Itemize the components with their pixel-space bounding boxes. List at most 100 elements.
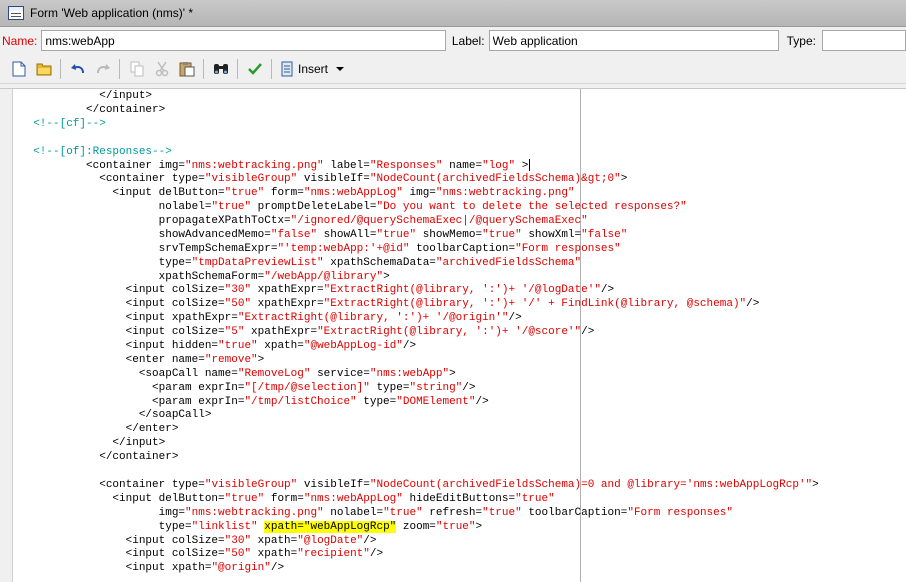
code-line: <soapCall name="RemoveLog" service="nms:… bbox=[20, 368, 819, 382]
code-token: </enter> bbox=[20, 423, 179, 436]
form-header-fields: Name: Label: Type: bbox=[0, 27, 906, 54]
code-token: <input delButton= bbox=[20, 187, 225, 200]
code-token: "true" bbox=[218, 340, 258, 353]
paste-button[interactable] bbox=[174, 57, 199, 82]
check-icon bbox=[247, 63, 262, 75]
code-token: "nms:webAppLog" bbox=[303, 492, 403, 505]
code-token: /> bbox=[746, 298, 760, 311]
code-token: showAll= bbox=[317, 228, 377, 241]
code-token: > bbox=[812, 478, 819, 491]
code-token: form= bbox=[264, 187, 304, 200]
new-document-button[interactable] bbox=[6, 57, 31, 82]
code-token: </soapCall> bbox=[20, 409, 212, 422]
form-window-icon bbox=[8, 6, 24, 20]
toolbar-separator bbox=[237, 59, 238, 79]
editor-gutter bbox=[0, 89, 13, 582]
code-token: "archivedFieldsSchema" bbox=[435, 256, 582, 269]
code-token: showXml= bbox=[521, 228, 582, 241]
name-input[interactable] bbox=[41, 30, 446, 51]
code-token: /> bbox=[508, 312, 522, 325]
code-token: "nms:webAppLog" bbox=[303, 187, 403, 200]
code-token: > bbox=[475, 520, 483, 533]
paste-icon bbox=[179, 62, 194, 77]
window-titlebar: Form 'Web application (nms)' * bbox=[0, 0, 906, 27]
code-token: </container> bbox=[20, 451, 179, 464]
code-area[interactable]: </input> </container> <!--[cf]--> <!--[o… bbox=[20, 90, 819, 576]
open-button[interactable] bbox=[31, 57, 56, 82]
code-token: <input colSize= bbox=[20, 326, 225, 339]
check-button[interactable] bbox=[242, 57, 267, 82]
code-token: "true" bbox=[482, 228, 522, 241]
code-token: "Do you want to delete the selected resp… bbox=[376, 201, 687, 214]
xml-code-editor[interactable]: </input> </container> <!--[cf]--> <!--[o… bbox=[0, 88, 906, 582]
code-token: promptDeleteLabel= bbox=[251, 201, 377, 214]
code-line: <!--[cf]--> bbox=[20, 118, 819, 132]
code-line: propagateXPathToCtx="/ignored/@querySche… bbox=[20, 215, 819, 229]
label-input[interactable] bbox=[488, 30, 779, 51]
code-line: <input colSize="30" xpath="@logDate"/> bbox=[20, 535, 819, 549]
code-line: nolabel="true" promptDeleteLabel="Do you… bbox=[20, 201, 819, 215]
insert-label: Insert bbox=[298, 62, 329, 76]
code-token: <param exprIn= bbox=[20, 395, 245, 408]
window-title: Form 'Web application (nms)' * bbox=[30, 6, 194, 20]
insert-dropdown[interactable]: Insert bbox=[276, 57, 348, 82]
code-token: <enter name= bbox=[20, 353, 205, 366]
undo-button[interactable] bbox=[65, 57, 90, 82]
code-token: type= bbox=[20, 256, 192, 269]
code-line: <input colSize="50" xpath="recipient"/> bbox=[20, 548, 819, 562]
code-token: img= bbox=[402, 187, 436, 200]
cut-button[interactable] bbox=[149, 57, 174, 82]
code-token: type= bbox=[356, 395, 397, 408]
code-token: <input hidden= bbox=[20, 340, 219, 353]
code-token: <!--[cf]--> bbox=[20, 117, 106, 130]
code-token: "ExtractRight(@library, ':')+ '/' + Find… bbox=[323, 298, 747, 311]
code-token: <container img= bbox=[20, 160, 186, 173]
code-token: propagateXPathToCtx= bbox=[20, 215, 291, 228]
code-token: "/tmp/listChoice" bbox=[244, 395, 357, 408]
code-token: "linklist" bbox=[191, 520, 258, 533]
code-token: <container type= bbox=[20, 173, 205, 186]
code-token: "NodeCount(archivedFieldsSchema)&gt;0" bbox=[369, 173, 621, 186]
code-token: /> bbox=[475, 395, 489, 408]
code-token: refresh= bbox=[422, 506, 483, 519]
code-token: name= bbox=[442, 160, 483, 173]
code-line: srvTempSchemaExpr="'temp:webApp:'+@id" t… bbox=[20, 243, 819, 257]
code-token: "NodeCount(archivedFieldsSchema)=0 and @… bbox=[369, 478, 813, 491]
code-token: "/webApp/@library" bbox=[264, 270, 384, 283]
code-token: "[/tmp/@selection]" bbox=[244, 381, 370, 394]
code-token: "true" bbox=[482, 506, 522, 519]
code-token: "Form responses" bbox=[515, 242, 621, 255]
redo-button[interactable] bbox=[90, 57, 115, 82]
code-token: "true" bbox=[435, 520, 476, 533]
type-input[interactable] bbox=[822, 30, 906, 51]
code-token: "visibleGroup" bbox=[204, 173, 298, 186]
code-token: "ExtractRight(@library, ':')+ '/@origin'… bbox=[237, 312, 509, 325]
code-token: /> bbox=[363, 534, 377, 547]
code-token: "ExtractRight(@library, ':')+ '/@score'" bbox=[317, 326, 582, 339]
new-document-icon bbox=[12, 61, 25, 77]
code-line: <container img="nms:webtracking.png" lab… bbox=[20, 159, 819, 173]
code-token: "ExtractRight(@library, ':')+ '/@logDate… bbox=[323, 284, 601, 297]
code-token: <input colSize= bbox=[20, 284, 225, 297]
code-token: <param exprIn= bbox=[20, 381, 245, 394]
code-token: </input> bbox=[20, 90, 153, 102]
code-token: zoom= bbox=[396, 520, 436, 533]
name-label: Name: bbox=[2, 33, 38, 48]
copy-button[interactable] bbox=[124, 57, 149, 82]
code-line: </input> bbox=[20, 437, 819, 451]
code-token: "RemoveLog" bbox=[237, 367, 311, 380]
code-line: <container type="visibleGroup" visibleIf… bbox=[20, 479, 819, 493]
code-token: "5" bbox=[224, 326, 245, 339]
code-token: type= bbox=[20, 520, 192, 533]
find-button[interactable] bbox=[208, 57, 233, 82]
code-token: <input xpath= bbox=[20, 562, 212, 575]
code-token: xpathExpr= bbox=[251, 298, 324, 311]
code-line: <input xpathExpr="ExtractRight(@library,… bbox=[20, 312, 819, 326]
code-line: xpathSchemaForm="/webApp/@library"> bbox=[20, 271, 819, 285]
code-token: <container type= bbox=[20, 478, 205, 491]
code-token: xpath= bbox=[251, 548, 298, 561]
code-token: "Responses" bbox=[369, 160, 443, 173]
code-line: <input colSize="30" xpathExpr="ExtractRi… bbox=[20, 284, 819, 298]
code-token: "nms:webApp" bbox=[369, 367, 450, 380]
code-token: "30" bbox=[224, 284, 252, 297]
